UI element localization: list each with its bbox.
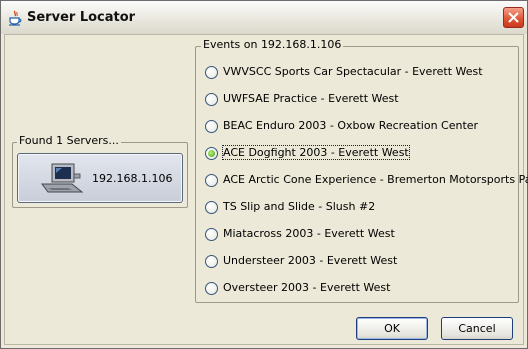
close-button[interactable] xyxy=(503,7,524,28)
radio-button[interactable] xyxy=(205,120,218,133)
events-legend: Events on 192.168.1.106 xyxy=(201,38,344,51)
event-label: Oversteer 2003 - Everett West xyxy=(223,281,391,294)
event-label: UWFSAE Practice - Everett West xyxy=(223,92,399,105)
ok-button[interactable]: OK xyxy=(356,317,428,340)
computer-icon xyxy=(38,162,84,199)
window-title: Server Locator xyxy=(27,10,136,25)
close-icon xyxy=(508,12,519,23)
server-address: 192.168.1.106 xyxy=(92,172,173,185)
server-button[interactable]: 192.168.1.106 xyxy=(17,153,183,203)
radio-button[interactable] xyxy=(205,282,218,295)
radio-button[interactable] xyxy=(205,255,218,268)
server-locator-window: Server Locator Found 1 Servers... 192.16… xyxy=(0,0,528,349)
event-label: ACE Arctic Cone Experience - Bremerton M… xyxy=(223,173,528,186)
servers-legend: Found 1 Servers... xyxy=(17,134,121,147)
radio-button[interactable] xyxy=(205,93,218,106)
java-cup-icon xyxy=(7,10,23,26)
radio-button[interactable] xyxy=(205,174,218,187)
radio-button[interactable] xyxy=(205,228,218,241)
event-label: TS Slip and Slide - Slush #2 xyxy=(223,200,376,213)
title-bar[interactable]: Server Locator xyxy=(1,1,527,34)
cancel-button[interactable]: Cancel xyxy=(441,317,513,340)
event-label: Miatacross 2003 - Everett West xyxy=(223,227,395,240)
event-label: BEAC Enduro 2003 - Oxbow Recreation Cent… xyxy=(223,119,479,132)
radio-button-selected[interactable] xyxy=(205,147,218,160)
event-label: Understeer 2003 - Everett West xyxy=(223,254,398,267)
radio-button[interactable] xyxy=(205,66,218,79)
event-label: ACE Dogfight 2003 - Everett West xyxy=(222,145,410,160)
event-label: VWVSCC Sports Car Spectacular - Everett … xyxy=(223,65,483,78)
radio-button[interactable] xyxy=(205,201,218,214)
